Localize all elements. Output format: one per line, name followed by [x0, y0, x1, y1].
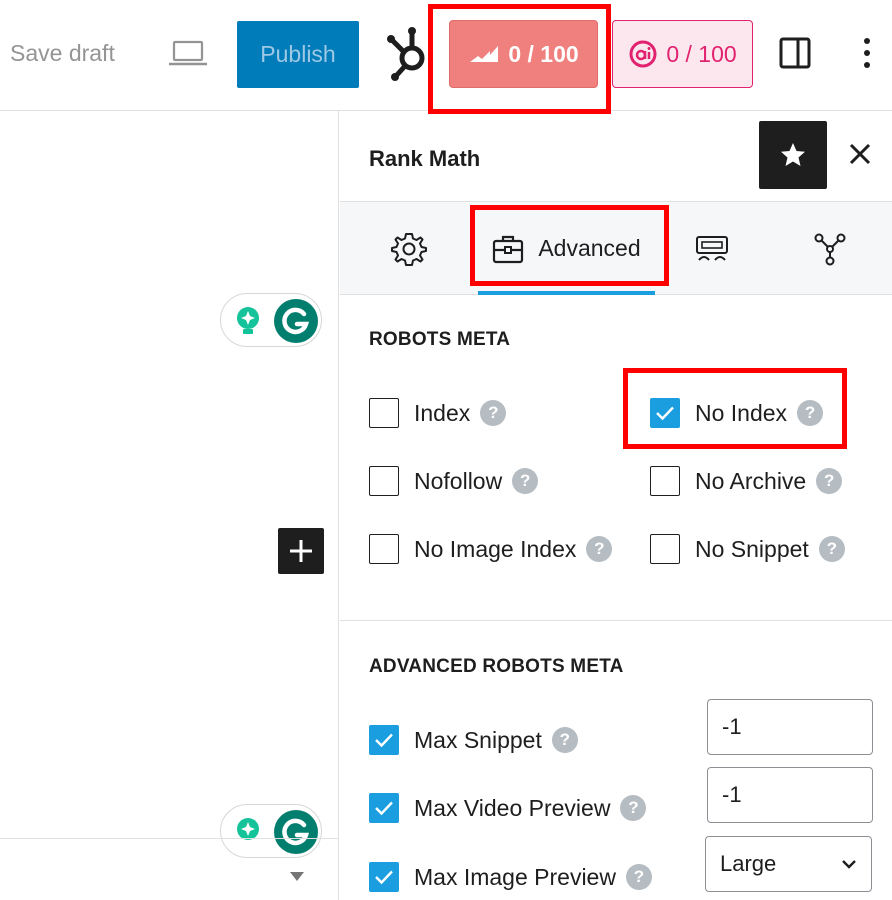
checkbox-row-max-snippet[interactable]: Max Snippet ? [369, 723, 578, 757]
tab-social[interactable] [768, 202, 892, 295]
editor-footer [0, 838, 339, 900]
editor-canvas[interactable] [0, 111, 339, 900]
more-options-icon[interactable] [862, 37, 872, 74]
help-icon[interactable]: ? [620, 795, 647, 821]
sidebar-toggle-icon[interactable] [779, 37, 811, 74]
star-icon [781, 143, 805, 166]
checkbox-row-nofollow[interactable]: Nofollow ? [369, 464, 539, 498]
lightbulb-icon [237, 307, 259, 334]
highlight-noindex [623, 368, 847, 449]
checkbox-label: No Image Index [414, 535, 577, 562]
help-icon[interactable]: ? [818, 536, 845, 562]
advanced-robots-meta-title: ADVANCED ROBOTS META [369, 656, 624, 677]
content-ai-icon [629, 40, 657, 68]
checkbox-row-nosnippet[interactable]: No Snippet ? [650, 532, 845, 566]
close-icon [849, 143, 871, 165]
max-image-preview-value: Large [720, 851, 777, 876]
laptop-preview-icon[interactable] [168, 40, 208, 73]
checkbox-row-max-video-preview[interactable]: Max Video Preview ? [369, 791, 647, 825]
checkbox-label: Max Image Preview [414, 863, 616, 890]
help-icon[interactable]: ? [816, 468, 843, 494]
sidebar-header: Rank Math [340, 111, 892, 201]
checkbox-label: Index [414, 399, 471, 426]
pin-favorite-button[interactable] [759, 121, 827, 189]
hubspot-icon[interactable] [386, 26, 434, 89]
robots-meta-title: ROBOTS META [369, 329, 511, 350]
checkbox-row-noarchive[interactable]: No Archive ? [650, 464, 843, 498]
max-image-preview-checkbox[interactable] [369, 862, 399, 892]
section-divider [340, 620, 892, 621]
save-draft-button[interactable]: Save draft [10, 40, 115, 67]
content-ai-score-value: 0 / 100 [666, 40, 737, 67]
tab-general[interactable] [340, 202, 478, 295]
noimageindex-checkbox[interactable] [369, 534, 399, 564]
content-ai-score-button[interactable]: 0 / 100 [612, 20, 753, 88]
nosnippet-checkbox[interactable] [650, 534, 680, 564]
active-tab-indicator [478, 291, 655, 295]
grammarly-logo-icon [274, 299, 318, 343]
checkbox-row-noimageindex[interactable]: No Image Index ? [369, 532, 613, 566]
max-video-preview-checkbox[interactable] [369, 793, 399, 823]
add-block-button[interactable] [278, 528, 324, 574]
noarchive-checkbox[interactable] [650, 466, 680, 496]
checkmark-icon [375, 870, 393, 885]
schema-icon [695, 235, 728, 261]
help-icon[interactable]: ? [586, 536, 613, 562]
publish-button[interactable]: Publish [237, 21, 359, 88]
max-video-preview-input[interactable]: -1 [707, 767, 873, 823]
sidebar-title: Rank Math [369, 146, 481, 171]
tab-schema[interactable] [655, 202, 768, 295]
plus-icon [290, 540, 312, 562]
highlight-advanced-tab [470, 205, 669, 286]
checkbox-label: No Snippet [695, 535, 809, 562]
social-nodes-icon [814, 233, 846, 265]
checkbox-label: Max Snippet [414, 726, 542, 753]
gear-icon [391, 232, 427, 266]
checkmark-icon [375, 801, 393, 816]
max-snippet-checkbox[interactable] [369, 725, 399, 755]
nofollow-checkbox[interactable] [369, 466, 399, 496]
max-image-preview-select[interactable]: Large [705, 836, 872, 892]
chevron-down-icon [842, 860, 856, 869]
caret-down-icon[interactable] [290, 872, 304, 881]
checkbox-label: No Archive [695, 467, 807, 494]
checkbox-label: Nofollow [414, 467, 503, 494]
max-snippet-input[interactable]: -1 [707, 699, 873, 755]
help-icon[interactable]: ? [512, 468, 539, 494]
checkbox-label: Max Video Preview [414, 794, 611, 821]
help-icon[interactable]: ? [625, 864, 652, 890]
checkmark-icon [375, 733, 393, 748]
highlight-score-button [428, 4, 611, 114]
close-sidebar-button[interactable] [845, 139, 875, 174]
help-icon[interactable]: ? [480, 400, 507, 426]
index-checkbox[interactable] [369, 398, 399, 428]
checkbox-row-max-image-preview[interactable]: Max Image Preview ? [369, 860, 652, 894]
checkbox-row-index[interactable]: Index ? [369, 396, 507, 430]
grammarly-widget[interactable] [220, 293, 322, 347]
help-icon[interactable]: ? [551, 727, 578, 753]
